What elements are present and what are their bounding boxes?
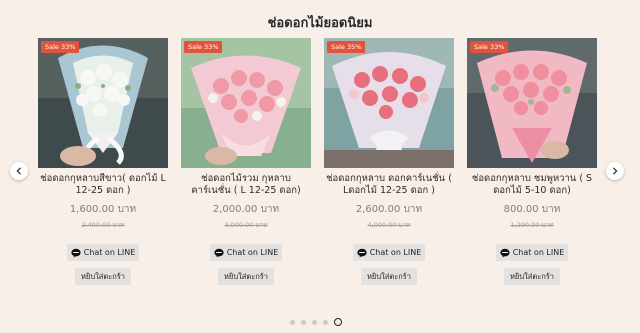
pagination-dot-active[interactable] (334, 318, 342, 326)
product-name[interactable]: ช่อดอกกุหลาบ ดอกคาร์เนชั่น ( Lดอกไม้ 12-… (324, 173, 454, 199)
pagination-dot[interactable] (301, 319, 306, 325)
chat-on-line-button[interactable]: Chat on LINE (210, 244, 282, 261)
sale-badge: Sale 33% (184, 41, 223, 53)
add-to-cart-button[interactable]: หยิบใส่ตะกร้า (504, 268, 560, 285)
sale-badge: Sale 35% (327, 41, 366, 53)
product-old-price: 2,400.00 บาท (81, 221, 125, 229)
chat-on-line-button[interactable]: Chat on LINE (353, 244, 425, 261)
chat-on-line-label: Chat on LINE (83, 248, 136, 257)
add-to-cart-button[interactable]: หยิบใส่ตะกร้า (218, 268, 274, 285)
product-image[interactable]: Sale 33% (467, 38, 597, 168)
pagination-dot[interactable] (312, 319, 317, 325)
chat-on-line-label: Chat on LINE (512, 248, 565, 257)
chat-on-line-button[interactable]: Chat on LINE (67, 244, 139, 261)
product-name[interactable]: ช่อดอกกุหลาบ ชมพูหวาน ( S ดอกไม้ 5-10 ดอ… (467, 173, 597, 199)
line-chat-icon (71, 248, 81, 257)
product-price: 2,000.00 บาท (212, 204, 280, 215)
product-image[interactable]: Sale 35% (324, 38, 454, 168)
product-card[interactable]: Sale 33% ช่อดอกกุหลาบ ชมพูหวาน ( S ดอกไม… (467, 38, 597, 285)
sale-badge: Sale 33% (470, 41, 509, 53)
pagination-dot[interactable] (290, 319, 295, 325)
product-card[interactable]: Sale 33% ช่อดอกไม้รวม กุหลาบ คาร์เนชั่น … (181, 38, 311, 285)
section-title: ช่อดอกไม้ยอดนิยม (267, 16, 373, 31)
sale-badge: Sale 33% (41, 41, 80, 53)
product-card[interactable]: Sale 35% ช่อดอกกุหลาบ ดอกคาร์เนชั่น ( Lด… (324, 38, 454, 285)
chat-on-line-label: Chat on LINE (226, 248, 279, 257)
product-old-price: 4,000.00 บาท (367, 221, 411, 229)
line-chat-icon (500, 248, 510, 257)
product-card[interactable]: Sale 33% ช่อดอกกุหลาบสีขาว( ดอกไม้ L 12-… (38, 38, 168, 285)
chevron-left-icon (16, 167, 22, 175)
product-image[interactable]: Sale 33% (38, 38, 168, 168)
pagination-dot[interactable] (323, 319, 328, 325)
product-price: 800.00 บาท (503, 204, 561, 215)
product-name[interactable]: ช่อดอกกุหลาบสีขาว( ดอกไม้ L 12-25 ดอก ) (38, 173, 168, 199)
add-to-cart-button[interactable]: หยิบใส่ตะกร้า (75, 268, 131, 285)
carousel-pagination (290, 318, 342, 326)
add-to-cart-button[interactable]: หยิบใส่ตะกร้า (361, 268, 417, 285)
product-name[interactable]: ช่อดอกไม้รวม กุหลาบ คาร์เนชั่น ( L 12-25… (181, 173, 311, 199)
line-chat-icon (214, 248, 224, 257)
chat-on-line-button[interactable]: Chat on LINE (496, 244, 568, 261)
carousel-prev-button[interactable] (10, 162, 28, 180)
product-old-price: 1,200.00 บาท (510, 221, 554, 229)
product-price: 1,600.00 บาท (69, 204, 137, 215)
carousel-next-button[interactable] (606, 162, 624, 180)
chat-on-line-label: Chat on LINE (369, 248, 422, 257)
product-price: 2,600.00 บาท (355, 204, 423, 215)
product-image[interactable]: Sale 33% (181, 38, 311, 168)
chevron-right-icon (612, 167, 618, 175)
line-chat-icon (357, 248, 367, 257)
product-old-price: 3,000.00 บาท (224, 221, 268, 229)
